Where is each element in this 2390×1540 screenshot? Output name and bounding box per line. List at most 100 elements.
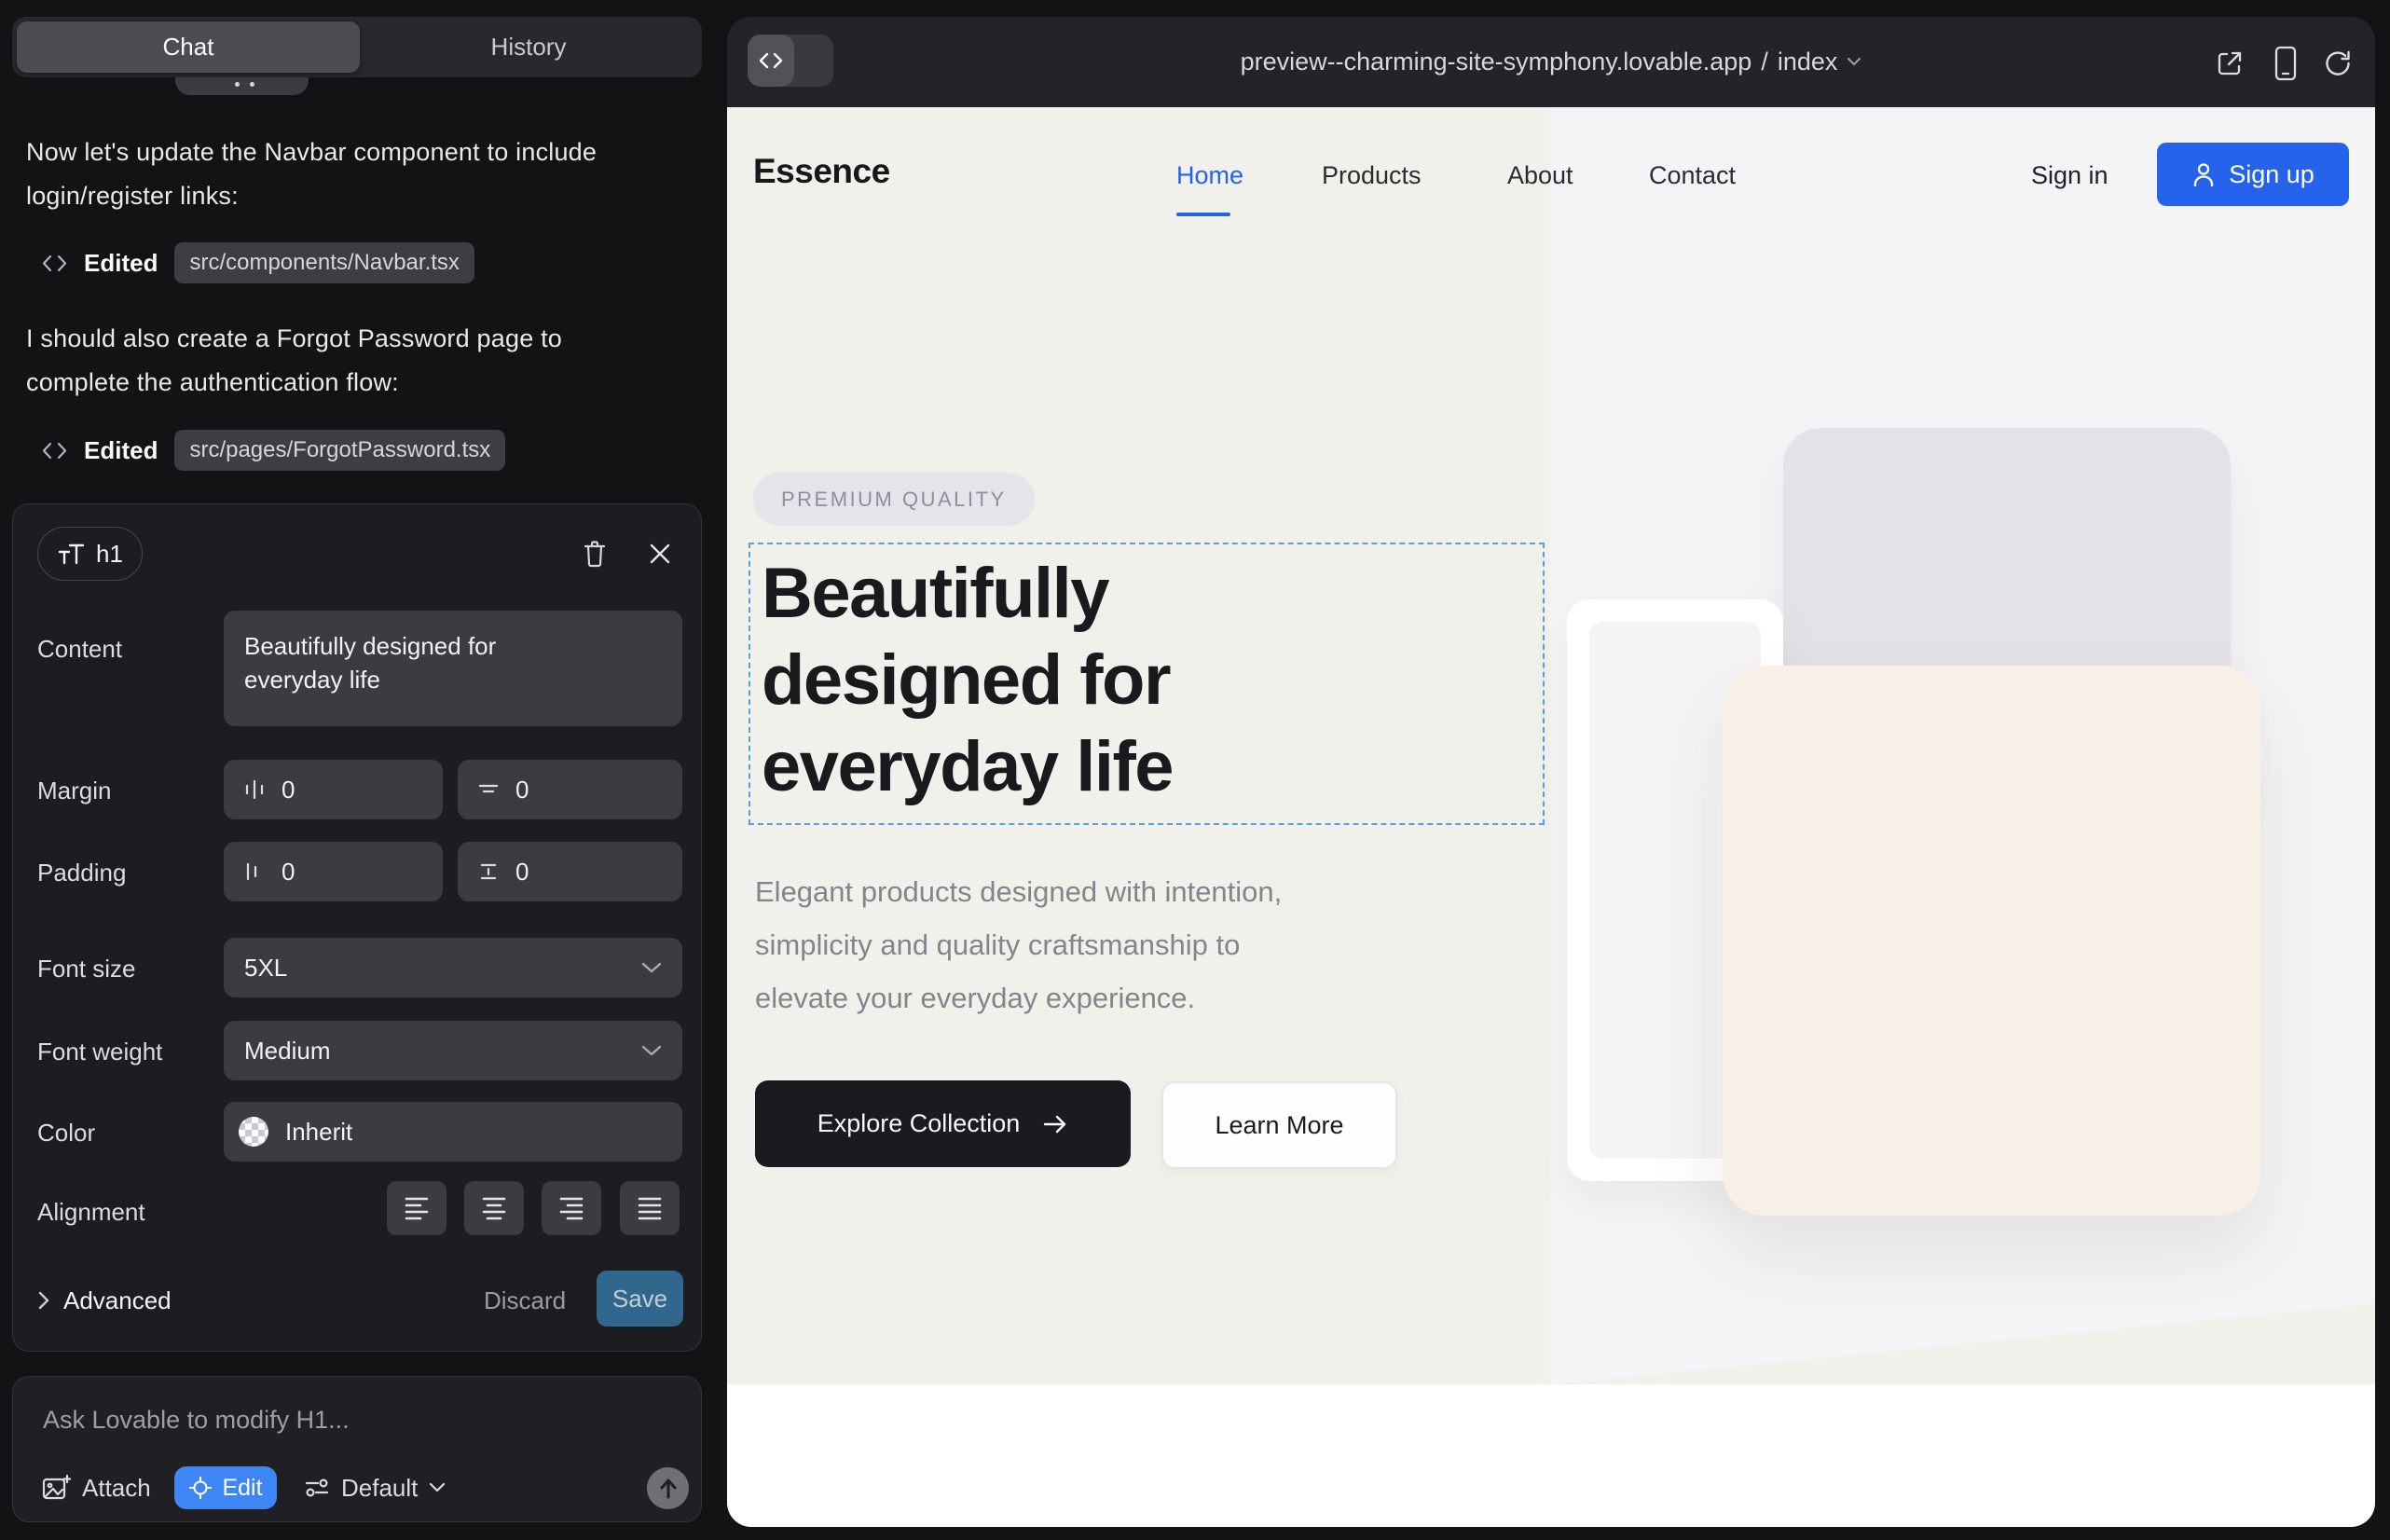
- app-root: Chat History Now let's update the Navbar…: [0, 0, 2390, 1540]
- advanced-label: Advanced: [63, 1286, 172, 1315]
- font-weight-select[interactable]: Medium: [224, 1021, 682, 1080]
- align-justify-button[interactable]: [620, 1181, 680, 1235]
- nav-link-contact[interactable]: Contact: [1649, 161, 1736, 190]
- hero-description-line: simplicity and quality craftsmanship to: [755, 918, 1389, 971]
- chevron-down-icon: [641, 961, 662, 974]
- hero-description: Elegant products designed with intention…: [755, 865, 1389, 1024]
- chevron-down-icon: [1847, 57, 1861, 67]
- tab-chat-label: Chat: [163, 33, 214, 62]
- dot-icon: [235, 82, 240, 87]
- tab-chat[interactable]: Chat: [17, 21, 360, 73]
- path-separator: /: [1761, 48, 1768, 76]
- premium-quality-badge: PREMIUM QUALITY: [753, 473, 1035, 526]
- nav-link-home[interactable]: Home: [1176, 161, 1243, 190]
- explore-collection-button[interactable]: Explore Collection: [755, 1080, 1131, 1167]
- selected-element-outline[interactable]: Beautifully designed for everyday life: [749, 543, 1545, 825]
- discard-button[interactable]: Discard: [484, 1280, 566, 1321]
- padding-label: Padding: [37, 859, 126, 887]
- user-icon: [2191, 161, 2216, 187]
- content-value: Beautifully designed for everyday life: [244, 629, 561, 696]
- sign-up-button[interactable]: Sign up: [2157, 143, 2349, 206]
- default-mode-label: Default: [341, 1474, 418, 1503]
- alignment-label: Alignment: [37, 1198, 145, 1227]
- align-center-button[interactable]: [464, 1181, 524, 1235]
- explore-collection-label: Explore Collection: [817, 1109, 1021, 1138]
- file-chip[interactable]: src/pages/ForgotPassword.tsx: [174, 430, 505, 471]
- font-size-label: Font size: [37, 955, 136, 983]
- margin-x-input[interactable]: 0: [224, 760, 443, 819]
- hero-description-line: Elegant products designed with intention…: [755, 865, 1389, 918]
- nav-link-about[interactable]: About: [1507, 161, 1573, 190]
- color-select[interactable]: Inherit: [224, 1102, 682, 1162]
- chevron-down-icon: [641, 1044, 662, 1057]
- margin-horizontal-icon: [242, 777, 267, 802]
- content-label: Content: [37, 635, 122, 664]
- mobile-preview-button[interactable]: [2265, 43, 2306, 84]
- site-logo[interactable]: Essence: [753, 152, 890, 191]
- font-weight-value: Medium: [244, 1037, 330, 1066]
- chat-message: I should also create a Forgot Password p…: [26, 317, 641, 405]
- hero-heading-line: everyday life: [762, 723, 1358, 810]
- close-icon[interactable]: [639, 532, 681, 575]
- site-preview: Essence Home Products About Contact Sign…: [727, 107, 2375, 1527]
- prompt-input[interactable]: [43, 1399, 658, 1440]
- hero-description-line: elevate your everyday experience.: [755, 971, 1389, 1024]
- dot-icon: [250, 82, 254, 87]
- target-icon: [188, 1476, 213, 1500]
- scroll-indicator-pill[interactable]: [175, 77, 309, 95]
- align-right-button[interactable]: [542, 1181, 601, 1235]
- edit-mode-button[interactable]: Edit: [174, 1466, 277, 1509]
- nav-link-products[interactable]: Products: [1322, 161, 1422, 190]
- active-nav-underline: [1176, 213, 1230, 216]
- sign-up-label: Sign up: [2229, 160, 2314, 189]
- url-display[interactable]: preview--charming-site-symphony.lovable.…: [727, 17, 2375, 107]
- margin-y-input[interactable]: 0: [458, 760, 682, 819]
- send-button[interactable]: [647, 1467, 689, 1509]
- element-editor-panel: h1 Content Beautifully designed for ever…: [12, 503, 702, 1352]
- file-edit-entry: Edited src/components/Navbar.tsx: [42, 242, 474, 283]
- browser-panel: preview--charming-site-symphony.lovable.…: [727, 17, 2375, 1527]
- save-button[interactable]: Save: [597, 1271, 683, 1327]
- color-swatch: [239, 1117, 268, 1147]
- attach-button[interactable]: Attach: [41, 1466, 151, 1509]
- font-size-select[interactable]: 5XL: [224, 938, 682, 997]
- padding-y-value: 0: [515, 858, 529, 887]
- margin-label: Margin: [37, 777, 111, 805]
- attach-image-icon: [41, 1473, 71, 1503]
- refresh-button[interactable]: [2317, 43, 2358, 84]
- chevron-right-icon: [37, 1290, 50, 1311]
- decor-card-beige: [1723, 666, 2260, 1216]
- padding-x-input[interactable]: 0: [224, 842, 443, 901]
- open-external-button[interactable]: [2209, 43, 2250, 84]
- sliders-icon: [304, 1476, 330, 1500]
- chat-message: Now let's update the Navbar component to…: [26, 131, 641, 218]
- padding-y-input[interactable]: 0: [458, 842, 682, 901]
- padding-vertical-icon: [476, 859, 501, 884]
- code-icon: [42, 253, 67, 274]
- tab-history[interactable]: History: [360, 21, 697, 73]
- padding-x-value: 0: [282, 858, 295, 887]
- file-chip[interactable]: src/components/Navbar.tsx: [174, 242, 474, 283]
- content-input[interactable]: Beautifully designed for everyday life: [224, 611, 682, 726]
- browser-toolbar: preview--charming-site-symphony.lovable.…: [727, 17, 2375, 107]
- attach-label: Attach: [82, 1474, 151, 1503]
- learn-more-button[interactable]: Learn More: [1161, 1081, 1397, 1169]
- sidebar: Chat History Now let's update the Navbar…: [0, 0, 723, 1540]
- align-left-button[interactable]: [387, 1181, 446, 1235]
- file-edit-entry: Edited src/pages/ForgotPassword.tsx: [42, 430, 505, 471]
- sign-in-link[interactable]: Sign in: [2031, 161, 2108, 190]
- prompt-input-card: Attach Edit Default: [12, 1376, 702, 1522]
- margin-vertical-icon: [476, 777, 501, 802]
- type-icon: [57, 541, 85, 567]
- edit-mode-label: Edit: [222, 1475, 262, 1502]
- element-tag-label: h1: [96, 540, 123, 569]
- delete-element-button[interactable]: [573, 532, 616, 575]
- edited-label: Edited: [84, 436, 158, 465]
- hero-heading: Beautifully designed for everyday life: [762, 550, 1358, 810]
- padding-horizontal-icon: [242, 859, 267, 884]
- advanced-toggle[interactable]: Advanced: [37, 1280, 172, 1321]
- font-size-value: 5XL: [244, 954, 287, 983]
- default-mode-button[interactable]: Default: [304, 1466, 446, 1509]
- element-tag-pill[interactable]: h1: [37, 527, 143, 581]
- preview-url: preview--charming-site-symphony.lovable.…: [1241, 48, 1752, 76]
